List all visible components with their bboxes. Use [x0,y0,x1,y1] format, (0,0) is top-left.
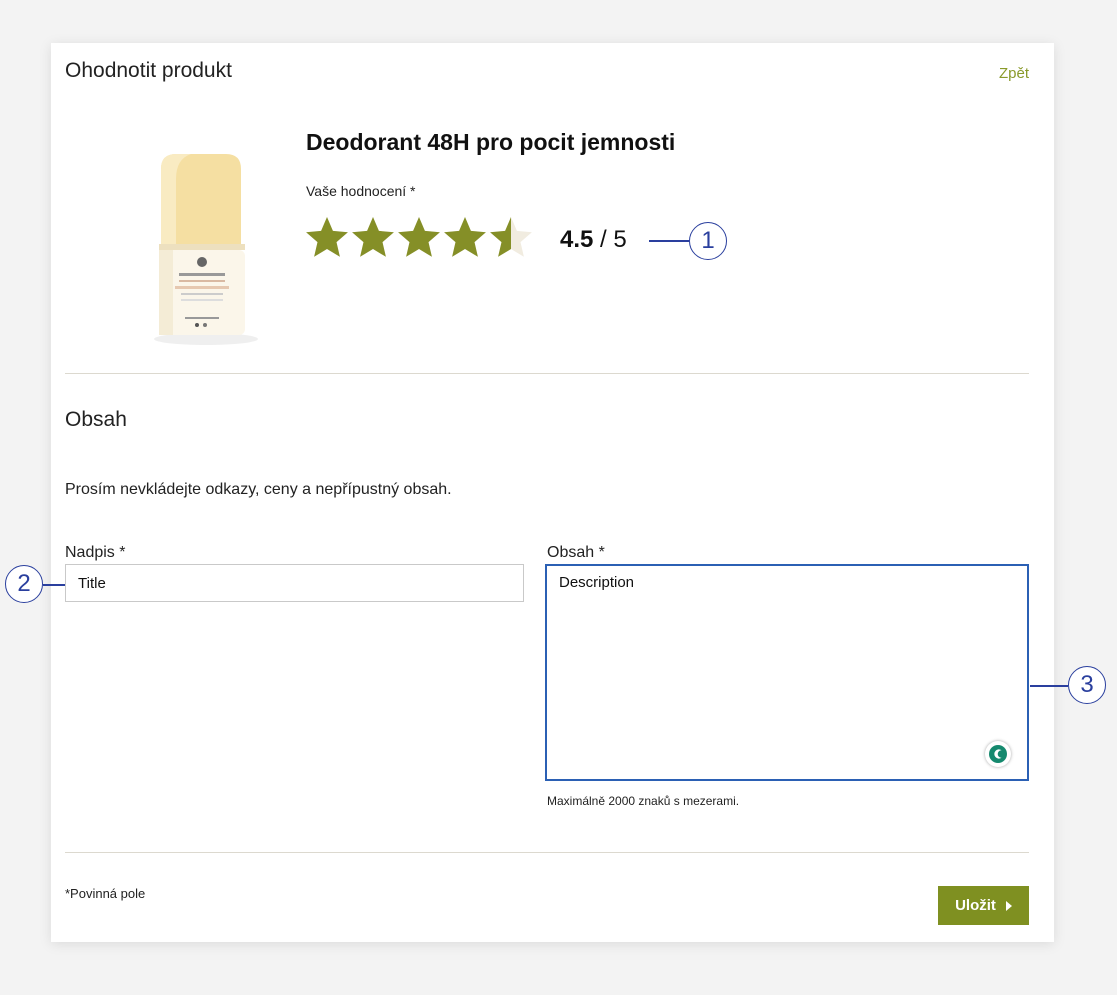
star-icon[interactable] [443,215,487,259]
star-icon[interactable] [305,215,349,259]
description-hint: Maximálně 2000 znaků s mezerami. [547,794,740,808]
rating-score: 4.5 [560,226,594,253]
description-label: Obsah * [547,544,605,561]
product-image [151,149,261,349]
callout-rating: 1 [689,222,727,260]
back-link[interactable]: Zpět [999,65,1029,82]
rating-max: / 5 [600,226,627,253]
grammar-check-icon[interactable] [985,741,1011,767]
rating-stars[interactable] [305,215,533,259]
callout-description: 3 [1068,666,1106,704]
product-name: Deodorant 48H pro pocit jemnosti [306,129,676,155]
callout-line [649,240,689,242]
callout-line [1030,685,1068,687]
divider [65,852,1029,853]
divider [65,373,1029,374]
star-icon[interactable] [351,215,395,259]
rating-label: Vaše hodnocení * [306,183,416,199]
required-note: *Povinná pole [65,886,146,901]
save-label: Uložit [955,897,996,914]
section-title: Obsah [65,408,127,431]
review-card: Ohodnotit produkt Zpět Deodorant 48H pro… [51,43,1054,942]
chevron-right-icon [1005,900,1012,911]
callout-title: 2 [5,565,43,603]
save-button[interactable]: Uložit [938,886,1029,925]
page-title: Ohodnotit produkt [65,59,232,82]
rating-value: 4.5 / 5 [560,226,627,254]
star-icon[interactable] [489,215,533,259]
title-label: Nadpis * [65,544,126,561]
description-textarea[interactable]: Description [545,564,1029,781]
title-input[interactable] [65,564,524,602]
star-icon[interactable] [397,215,441,259]
content-notice: Prosím nevkládejte odkazy, ceny a nepříp… [65,481,452,498]
callout-line [43,584,65,586]
